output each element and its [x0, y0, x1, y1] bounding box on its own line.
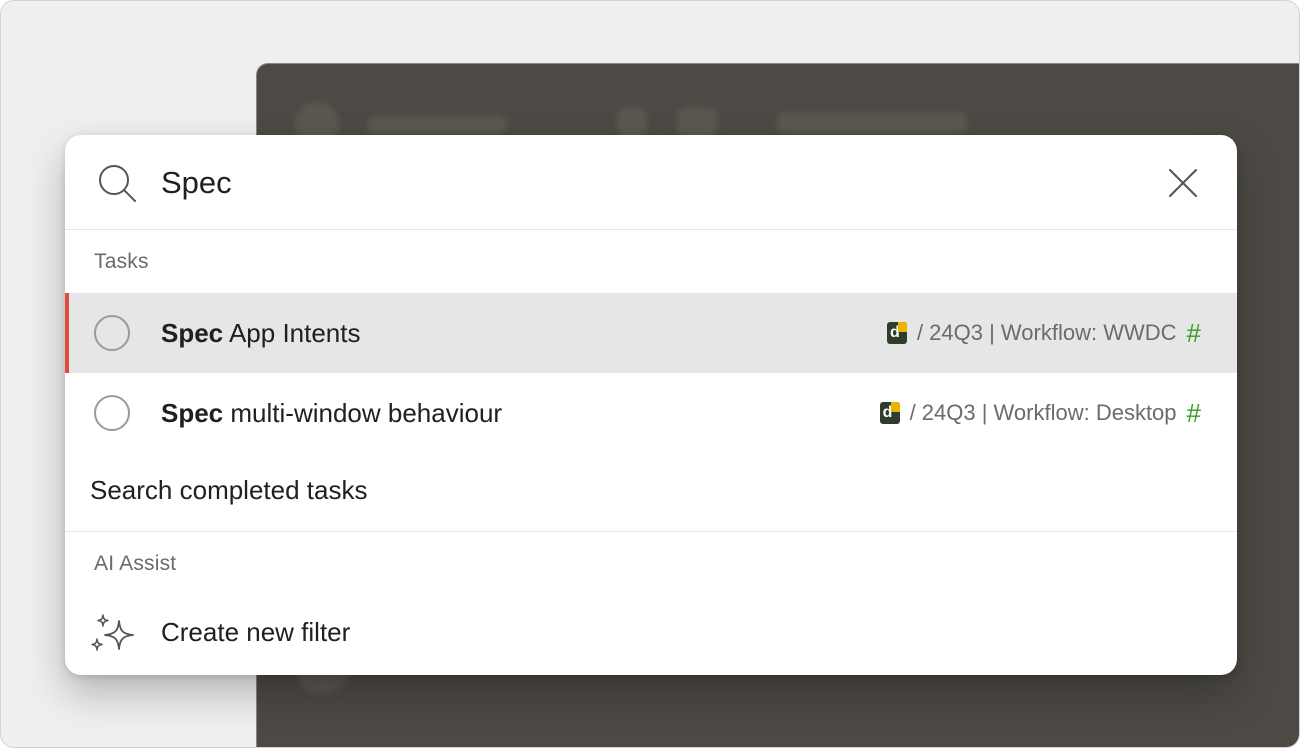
hash-icon: # — [1186, 318, 1201, 348]
create-new-filter-label: Create new filter — [161, 617, 351, 647]
task-title-match: Spec — [161, 318, 224, 348]
task-project-meta: d / 24Q3 | Workflow: Desktop # — [879, 398, 1201, 428]
search-bar — [65, 135, 1237, 230]
blurred-text — [367, 116, 507, 134]
task-title-rest: multi-window behaviour — [230, 398, 503, 428]
task-checkbox[interactable] — [94, 315, 130, 351]
task-checkbox[interactable] — [94, 395, 130, 431]
task-title: Spec multi-window behaviour — [161, 396, 502, 430]
task-project-path: / 24Q3 | Workflow: Desktop — [909, 400, 1177, 425]
blurred-icon — [677, 108, 717, 138]
task-title-match: Spec — [161, 398, 224, 428]
project-badge-letter: d — [882, 404, 893, 421]
section-label-tasks: Tasks — [94, 250, 149, 273]
task-project-meta: d / 24Q3 | Workflow: WWDC # — [886, 318, 1201, 348]
project-badge-icon: d — [879, 402, 900, 424]
sparkle-icon — [91, 614, 134, 651]
search-input[interactable] — [161, 163, 1061, 203]
task-project-path: / 24Q3 | Workflow: WWDC — [916, 320, 1177, 345]
section-label-ai-assist: AI Assist — [94, 552, 177, 575]
quick-find-palette: Tasks Spec App Intents d / 24Q3 | Workfl… — [65, 135, 1237, 675]
search-icon — [99, 165, 136, 202]
task-row[interactable]: Spec multi-window behaviour d / 24Q3 | W… — [65, 373, 1237, 453]
search-completed-tasks-link[interactable]: Search completed tasks — [90, 475, 367, 506]
project-badge-letter: d — [889, 324, 900, 341]
project-badge-icon: d — [886, 322, 907, 344]
close-icon[interactable] — [1167, 167, 1199, 199]
create-new-filter-button[interactable]: Create new filter — [65, 595, 1237, 675]
hash-icon: # — [1186, 398, 1201, 428]
task-title: Spec App Intents — [161, 316, 361, 350]
task-row[interactable]: Spec App Intents d / 24Q3 | Workflow: WW… — [65, 293, 1237, 373]
desktop-background: Tasks Spec App Intents d / 24Q3 | Workfl… — [0, 0, 1300, 748]
section-divider — [65, 531, 1237, 532]
blurred-icon — [617, 108, 647, 138]
blurred-text — [777, 112, 967, 134]
task-title-rest: App Intents — [228, 318, 361, 348]
